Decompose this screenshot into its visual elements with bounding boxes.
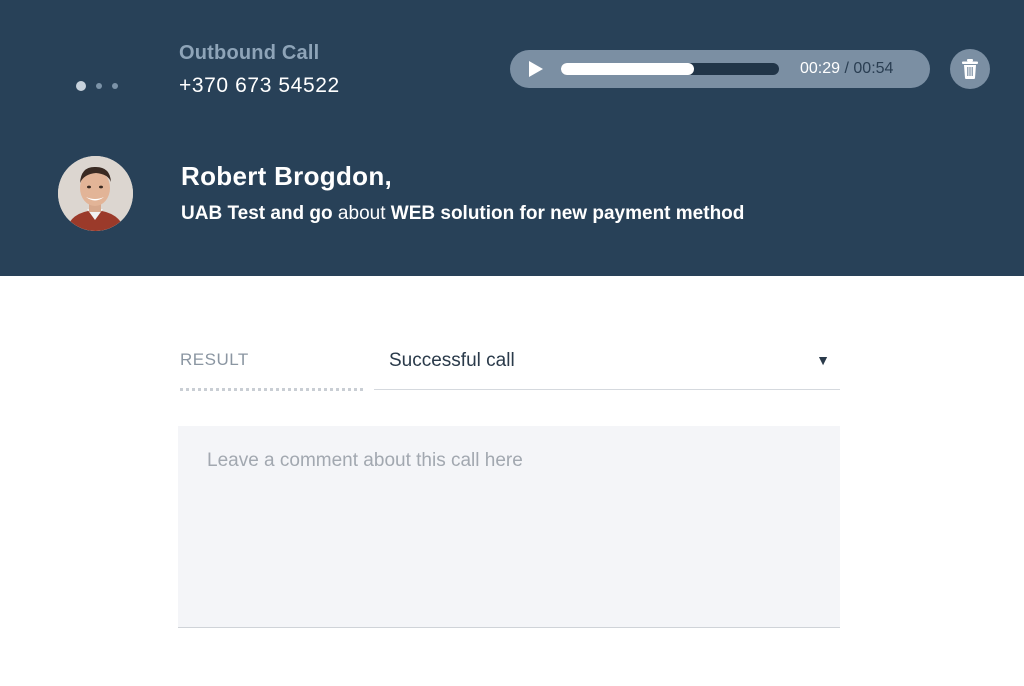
result-dotted-divider: [180, 388, 363, 391]
play-icon[interactable]: [529, 61, 543, 77]
phone-number: +370 673 54522: [179, 74, 340, 97]
trash-icon: [962, 59, 978, 79]
result-select-value: Successful call: [389, 350, 515, 371]
caret-down-icon: ▼: [816, 352, 830, 368]
contact-name: Robert Brogdon,: [181, 161, 393, 191]
pager-dot-1[interactable]: [76, 81, 86, 91]
total-time: 00:54: [853, 60, 894, 77]
current-time: 00:29: [800, 60, 841, 77]
playback-progress-fill: [561, 63, 694, 75]
company-name: UAB Test and go: [181, 203, 333, 224]
time-separator: /: [844, 60, 849, 77]
playback-time: 00:29 / 00:54: [800, 60, 893, 78]
about-connector: about: [332, 203, 391, 224]
playback-progress-bar[interactable]: [561, 63, 779, 75]
pager-dot-3[interactable]: [112, 83, 118, 89]
pager-dots[interactable]: [76, 80, 118, 92]
delete-button[interactable]: [950, 49, 990, 89]
call-header: Outbound Call +370 673 54522 00:29 / 00:…: [0, 0, 1024, 276]
comment-textarea[interactable]: [178, 426, 840, 628]
audio-player: 00:29 / 00:54: [510, 50, 930, 88]
result-label: RESULT: [180, 350, 249, 369]
contact-avatar: [58, 156, 133, 231]
result-select[interactable]: Successful call ▼: [374, 340, 840, 390]
pager-dot-2[interactable]: [96, 83, 102, 89]
call-type-label: Outbound Call: [179, 42, 320, 64]
call-topic: WEB solution for new payment method: [390, 203, 745, 224]
call-subject: UAB Test and go about WEB solution for n…: [181, 203, 744, 225]
